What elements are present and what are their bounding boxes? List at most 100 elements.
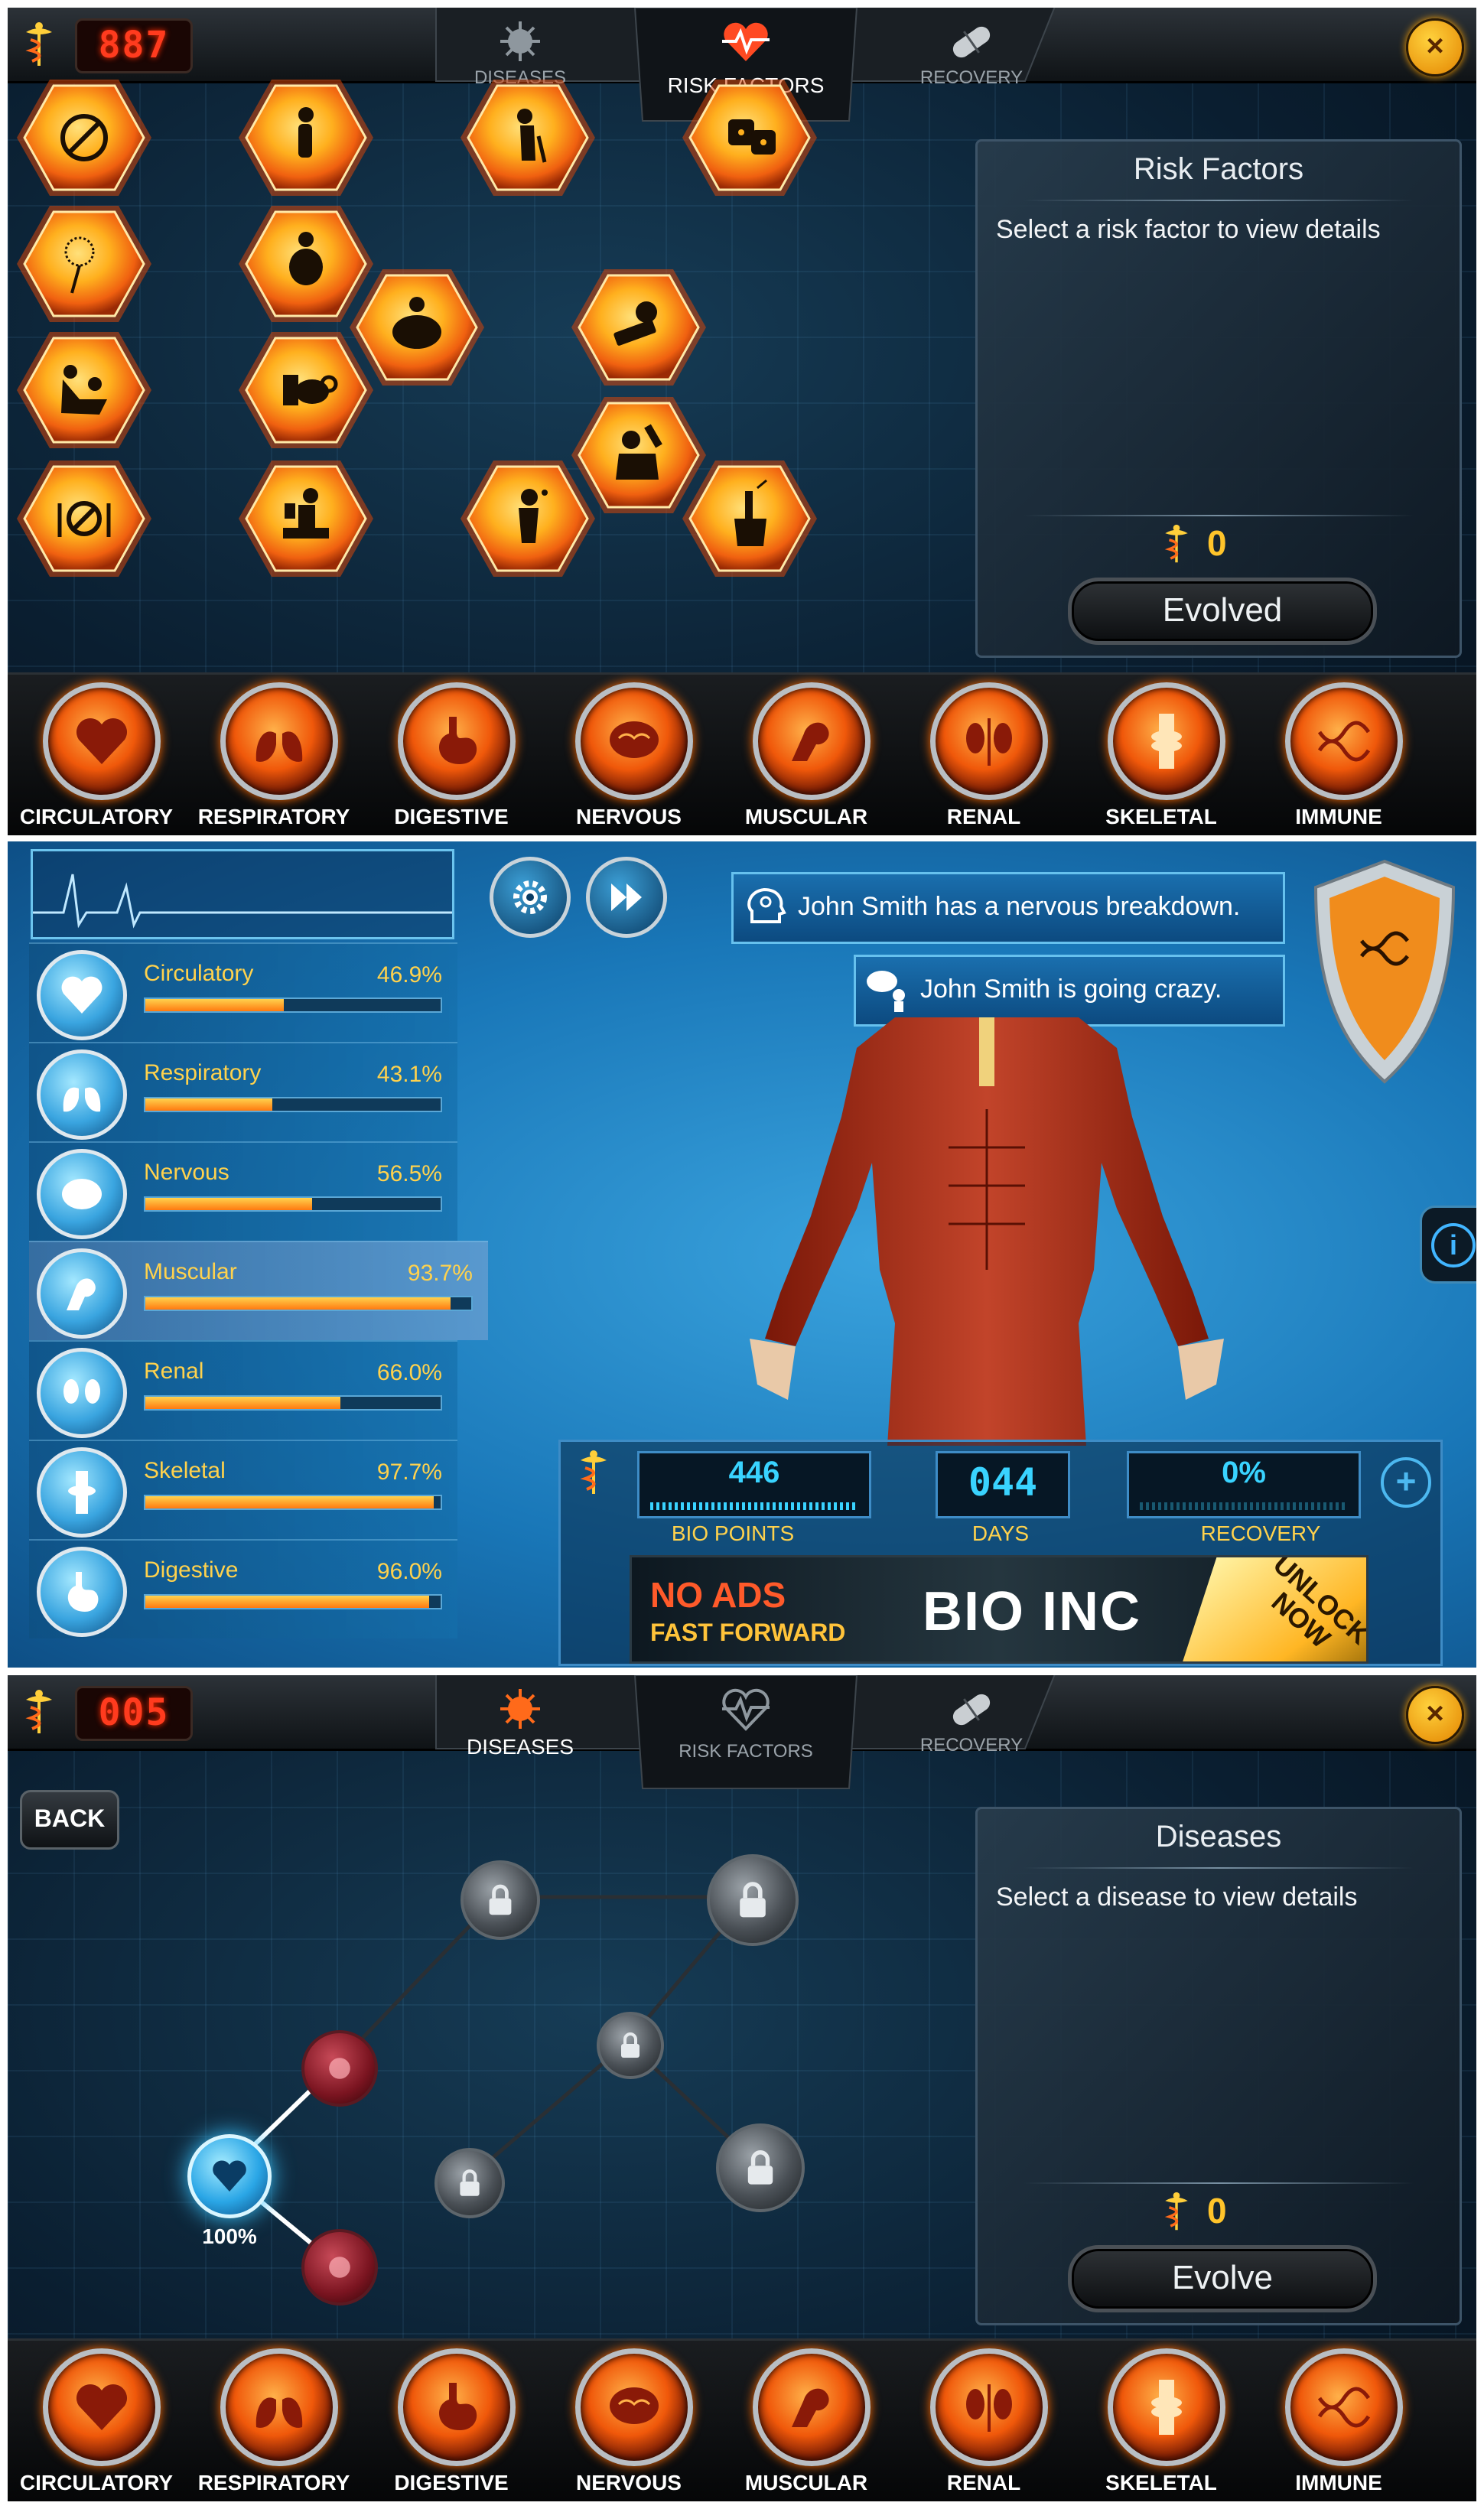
close-button[interactable]: × — [1406, 1686, 1464, 1744]
health-bar-fill — [145, 999, 285, 1011]
notification-crazy[interactable]: John Smith is going crazy. — [854, 955, 1285, 1027]
bio-points-meter — [650, 1502, 858, 1510]
system-button-muscular[interactable]: MUSCULAR — [718, 2348, 895, 2501]
info-title: Diseases — [1155, 1820, 1282, 1853]
system-label: CIRCULATORY — [19, 805, 174, 828]
head-stress-icon — [747, 887, 786, 923]
disease-node-root[interactable] — [187, 2134, 272, 2218]
pill-icon — [952, 26, 991, 58]
close-button[interactable]: × — [1406, 18, 1464, 76]
risk-factor-button[interactable] — [15, 76, 153, 199]
status-row-skeletal[interactable]: Skeletal 97.7% — [29, 1440, 457, 1539]
health-bar-fill — [145, 1297, 451, 1310]
evolved-button[interactable]: Evolved — [1068, 578, 1377, 645]
knee-bone-icon — [1108, 682, 1225, 800]
add-points-button[interactable]: + — [1381, 1457, 1431, 1508]
brain-icon — [37, 1149, 127, 1239]
fast-forward-button[interactable] — [586, 857, 667, 938]
risk-factor-button[interactable] — [237, 329, 375, 451]
risk-factor-button[interactable] — [237, 76, 375, 199]
risk-factor-button[interactable] — [237, 457, 375, 580]
status-row-renal[interactable]: Renal 66.0% — [29, 1340, 457, 1440]
risk-factor-button[interactable] — [459, 76, 597, 199]
system-label: SKELETAL — [1105, 2471, 1217, 2494]
system-name: Circulatory — [144, 961, 254, 986]
system-percent: 97.7% — [376, 1460, 442, 1485]
system-button-renal[interactable]: RENAL — [895, 2348, 1072, 2501]
caduceus-icon — [1163, 524, 1189, 564]
locked-disease-node[interactable] — [716, 2123, 805, 2212]
system-button-skeletal[interactable]: SKELETAL — [1072, 682, 1250, 835]
knee-bone-icon — [1108, 2348, 1225, 2466]
stomach-icon — [37, 1547, 127, 1637]
system-button-nervous[interactable]: NERVOUS — [540, 2348, 718, 2501]
days-display: 044 — [936, 1451, 1070, 1518]
system-button-immune[interactable]: IMMUNE — [1250, 2348, 1427, 2501]
brain-icon — [575, 682, 693, 800]
system-button-circulatory[interactable]: CIRCULATORY — [8, 2348, 185, 2501]
status-row-digestive[interactable]: Digestive 96.0% — [29, 1539, 457, 1638]
system-percent: 46.9% — [376, 962, 442, 988]
system-button-digestive[interactable]: DIGESTIVE — [363, 682, 540, 835]
system-button-digestive[interactable]: DIGESTIVE — [363, 2348, 540, 2501]
status-row-respiratory[interactable]: Respiratory 43.1% — [29, 1042, 457, 1141]
system-label: MUSCULAR — [744, 805, 868, 828]
risk-factor-button[interactable] — [15, 203, 153, 325]
system-percent: 93.7% — [407, 1261, 473, 1286]
close-icon: × — [1426, 1697, 1444, 1730]
system-name: Renal — [144, 1359, 204, 1384]
unlock-now-ribbon[interactable]: UNLOCK NOW — [1176, 1557, 1366, 1661]
tab-label: RECOVERY — [919, 67, 1024, 88]
risk-factor-button[interactable] — [15, 329, 153, 451]
evolve-button[interactable]: Evolve — [1068, 2245, 1377, 2312]
caduceus-icon — [579, 1450, 608, 1495]
notification-text: John Smith is going crazy. — [920, 975, 1222, 1004]
lock-icon — [489, 1884, 512, 1915]
sedentary-work-icon — [239, 460, 373, 577]
lungs-icon — [37, 1049, 127, 1140]
risk-factor-button[interactable] — [15, 457, 153, 580]
system-button-muscular[interactable]: MUSCULAR — [718, 682, 895, 835]
system-button-renal[interactable]: RENAL — [895, 682, 1072, 835]
system-button-circulatory[interactable]: CIRCULATORY — [8, 682, 185, 835]
status-row-muscular[interactable]: Muscular 93.7% — [29, 1241, 488, 1340]
health-bar-fill — [145, 1198, 313, 1210]
risk-factor-button[interactable] — [681, 457, 818, 580]
tab-recovery[interactable]: RECOVERY — [872, 8, 1071, 115]
system-button-skeletal[interactable]: SKELETAL — [1072, 2348, 1250, 2501]
system-button-nervous[interactable]: NERVOUS — [540, 682, 718, 835]
disease-node-artery[interactable] — [301, 2229, 378, 2306]
kidneys-icon — [930, 682, 1048, 800]
status-row-circulatory[interactable]: Circulatory 46.9% — [29, 942, 457, 1042]
system-percent: 96.0% — [376, 1559, 442, 1584]
locked-disease-node[interactable] — [707, 1854, 799, 1946]
risk-factor-button[interactable] — [459, 457, 597, 580]
divider — [1024, 200, 1414, 201]
organ-icon — [329, 2257, 350, 2278]
virus-icon — [500, 21, 540, 61]
unlock-banner[interactable]: NO ADS FAST FORWARD BIO INC UNLOCK NOW — [630, 1555, 1368, 1664]
info-button[interactable]: i — [1420, 1206, 1476, 1284]
dna-points-counter: 887 — [75, 18, 193, 73]
status-row-nervous[interactable]: Nervous 56.5% — [29, 1141, 457, 1241]
body-systems-bar: CIRCULATORY RESPIRATORY DIGESTIVE NERVOU… — [8, 2338, 1476, 2501]
muscle-arm-icon — [753, 682, 871, 800]
system-button-respiratory[interactable]: RESPIRATORY — [185, 2348, 363, 2501]
info-panel: Risk Factors Select a risk factor to vie… — [975, 139, 1462, 658]
risk-factor-button[interactable] — [570, 266, 708, 389]
organ-icon — [329, 2058, 350, 2079]
disease-node-heart-attack[interactable] — [301, 2030, 378, 2107]
ecg-line — [33, 874, 452, 929]
system-button-respiratory[interactable]: RESPIRATORY — [185, 682, 363, 835]
locked-disease-node[interactable] — [434, 2148, 505, 2218]
kidneys-icon — [37, 1348, 127, 1438]
settings-button[interactable] — [490, 857, 571, 938]
risk-factor-button[interactable] — [681, 76, 818, 199]
info-description: Select a disease to view details — [996, 1883, 1358, 1912]
locked-disease-node[interactable] — [597, 2012, 664, 2079]
locked-disease-node[interactable] — [460, 1860, 540, 1940]
system-label: SKELETAL — [1105, 805, 1217, 828]
system-button-immune[interactable]: IMMUNE — [1250, 682, 1427, 835]
no-food-icon — [17, 460, 151, 577]
notification-breakdown[interactable]: John Smith has a nervous breakdown. — [731, 872, 1285, 944]
